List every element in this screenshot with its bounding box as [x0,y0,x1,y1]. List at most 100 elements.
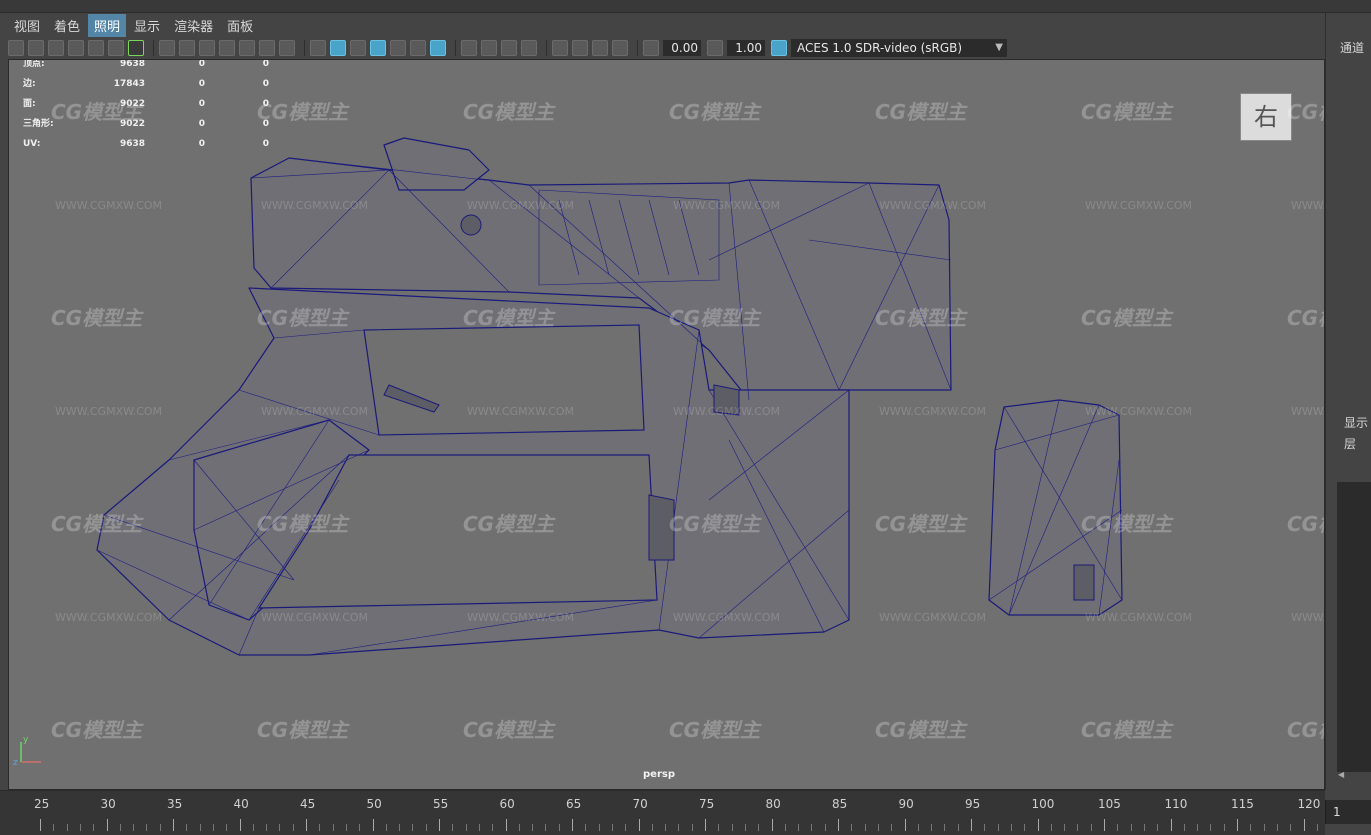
use-all-lights-icon[interactable] [410,40,426,56]
timeline-minor-tick [212,824,214,831]
chevron-down-icon: ▼ [995,42,1003,53]
watermark-url: WWW.CGMXW.COM [261,199,369,212]
depth-of-field-icon[interactable] [521,40,537,56]
timeline-minor-tick [798,824,800,831]
scroll-left-icon[interactable]: ◀ [1338,770,1344,779]
timeline-minor-tick [718,824,720,831]
view-cube[interactable]: 右 [1240,93,1292,141]
timeline-minor-tick [1183,824,1185,831]
xray-icon[interactable] [572,40,588,56]
timeline-minor-tick [864,824,866,831]
gamma-field[interactable]: 1.00 [727,40,765,56]
timeline-minor-tick [891,824,893,831]
image-plane-icon[interactable] [68,40,84,56]
two-d-pan-zoom-icon[interactable] [88,40,104,56]
timeline-tick [572,819,573,831]
timeline-minor-tick [758,824,760,831]
timeline-label: 115 [1231,797,1254,811]
xray-active-components-icon[interactable] [592,40,608,56]
timeline-minor-tick [332,824,334,831]
viewport-persp[interactable]: 顶点: 9638 0 0 边: 17843 0 0 面: 9022 0 0 三角… [8,59,1325,790]
watermark-logo: CG模型主 [257,100,349,124]
xray-joints-icon[interactable] [612,40,628,56]
grid-icon[interactable] [159,40,175,56]
timeline-minor-tick [1143,824,1145,831]
timeline-minor-tick [1250,824,1252,831]
timeline-minor-tick [266,824,268,831]
timeline-minor-tick [465,824,467,831]
timeline-label: 60 [499,797,515,811]
menu-view[interactable]: 视图 [8,14,46,37]
timeline-tick [1303,819,1305,831]
watermark-logo: CG模型主 [1081,718,1173,742]
timeline-minor-tick [412,824,414,831]
timeline-label: 80 [765,797,781,811]
safe-title-icon[interactable] [279,40,295,56]
menu-show[interactable]: 显示 [128,14,166,37]
resolution-gate-icon[interactable] [199,40,215,56]
timeline-tick [705,819,706,831]
exposure-icon[interactable] [643,40,659,56]
default-material-icon[interactable] [350,40,366,56]
pencil-icon[interactable] [128,40,144,56]
gate-mask-icon[interactable] [219,40,235,56]
current-frame-field[interactable]: 1 [1325,800,1371,824]
color-management-icon[interactable] [771,40,787,56]
watermark-logo: CG模型主 [463,718,555,742]
menu-shading[interactable]: 着色 [48,14,86,37]
gamma-icon[interactable] [707,40,723,56]
menu-renderer[interactable]: 渲染器 [168,14,219,37]
wireframe-on-shaded-icon[interactable] [370,40,386,56]
watermark-logo: CG模型主 [1081,306,1173,330]
timeline-tick [173,819,174,831]
layer-menu[interactable]: 层 [1344,435,1356,452]
timeline-label: 70 [632,797,648,811]
watermark-url: WWW.CGMXW.COM [879,199,987,212]
exposure-field[interactable]: 0.00 [663,40,701,56]
view-cube-label: 右 [1254,103,1278,131]
smooth-shade-icon[interactable] [330,40,346,56]
timeline-tick [638,819,640,831]
timeline-minor-tick [359,824,361,831]
timeline-minor-tick [1210,824,1212,831]
channels-tab[interactable]: 通道 [1340,39,1364,56]
motion-blur-icon[interactable] [481,40,497,56]
timeline-tick [971,819,972,831]
textured-icon[interactable] [390,40,406,56]
grease-pencil-icon[interactable] [108,40,124,56]
timeline-tick [505,819,507,831]
isolate-select-icon[interactable] [552,40,568,56]
layer-list[interactable] [1337,482,1371,772]
timeline-label: 55 [433,797,449,811]
multisample-aa-icon[interactable] [501,40,517,56]
timeline-label: 110 [1164,797,1188,811]
wireframe-icon[interactable] [310,40,326,56]
timeline-minor-tick [492,824,494,831]
watermark-url: WWW.CGMXW.COM [467,199,575,212]
timeline-label: 120 [1297,797,1321,811]
timeline-minor-tick [292,824,294,831]
time-slider[interactable]: 25 30 35 40 45 50 55 60 65 70 75 80 85 90 95 100 105 110 1… [0,790,1325,835]
timeline-label: 105 [1098,797,1121,811]
film-gate-icon[interactable] [179,40,195,56]
menu-lighting[interactable]: 照明 [88,13,127,37]
bookmarks-icon[interactable] [48,40,64,56]
timeline-minor-tick [1090,824,1092,831]
screen-space-ao-icon[interactable] [461,40,477,56]
timeline-label: 40 [233,797,249,811]
select-camera-icon[interactable] [8,40,24,56]
timeline-minor-tick [452,824,454,831]
shadows-icon[interactable] [430,40,446,56]
safe-action-icon[interactable] [259,40,275,56]
timeline-minor-tick [199,824,201,831]
watermark-url: WWW.CGMXW.COM [879,405,987,418]
menu-panels[interactable]: 面板 [221,14,259,37]
display-tab[interactable]: 显示 [1344,414,1368,431]
watermark-logo: CG模型主 [257,512,349,536]
camera-attributes-icon[interactable] [28,40,44,56]
color-space-dropdown[interactable]: ACES 1.0 SDR-video (sRGB) ▼ [791,39,1007,57]
watermark-logo: CG模型主 [257,306,349,330]
timeline-minor-tick [385,824,387,831]
timeline-minor-tick [146,824,148,831]
field-chart-icon[interactable] [239,40,255,56]
